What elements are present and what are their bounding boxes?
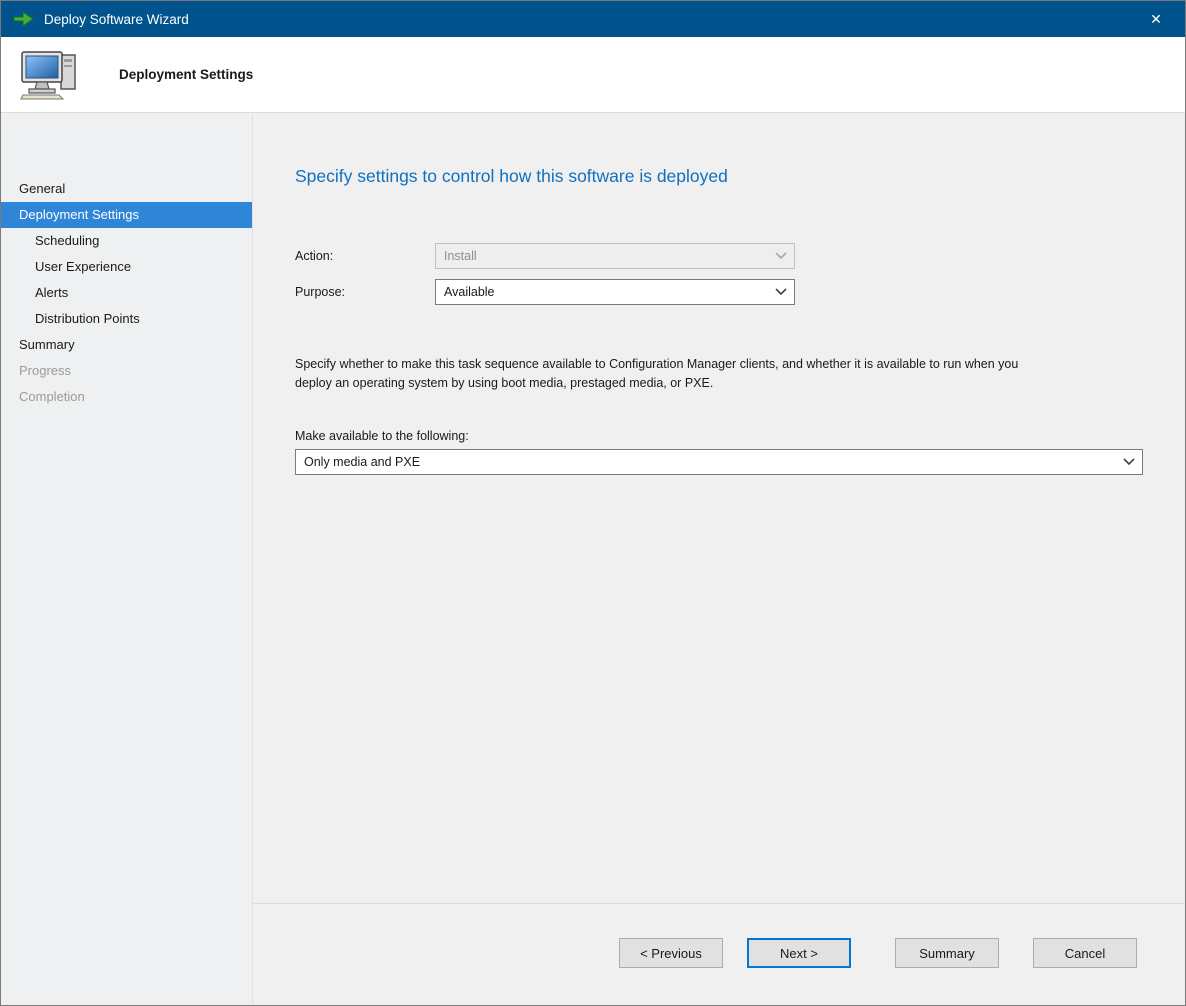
deploy-software-wizard-window: Deploy Software Wizard ✕	[0, 0, 1186, 1006]
make-available-dropdown-value: Only media and PXE	[304, 455, 420, 469]
close-icon[interactable]: ✕	[1139, 1, 1173, 37]
cancel-button[interactable]: Cancel	[1033, 938, 1137, 968]
next-button[interactable]: Next >	[747, 938, 851, 968]
window-title: Deploy Software Wizard	[44, 12, 189, 27]
action-dropdown: Install	[435, 243, 795, 269]
purpose-dropdown-value: Available	[444, 285, 495, 299]
chevron-down-icon	[1117, 451, 1141, 473]
sidebar-item-alerts[interactable]: Alerts	[1, 280, 252, 306]
sidebar-item-summary[interactable]: Summary	[1, 332, 252, 358]
action-row: Action: Install	[295, 243, 1145, 269]
description-text: Specify whether to make this task sequen…	[295, 355, 1021, 393]
main-panel: Specify settings to control how this sof…	[253, 114, 1185, 1005]
sidebar-item-scheduling[interactable]: Scheduling	[1, 228, 252, 254]
sidebar-item-distribution-points[interactable]: Distribution Points	[1, 306, 252, 332]
sidebar-item-completion: Completion	[1, 384, 252, 410]
action-dropdown-value: Install	[444, 249, 477, 263]
sidebar-item-user-experience[interactable]: User Experience	[1, 254, 252, 280]
purpose-dropdown[interactable]: Available	[435, 279, 795, 305]
page-title: Deployment Settings	[119, 67, 253, 82]
summary-button[interactable]: Summary	[895, 938, 999, 968]
wizard-steps-sidebar: General Deployment Settings Scheduling U…	[1, 114, 253, 1005]
action-label: Action:	[295, 249, 435, 263]
chevron-down-icon	[769, 245, 793, 267]
sidebar-item-general[interactable]: General	[1, 176, 252, 202]
make-available-label: Make available to the following:	[295, 429, 1145, 443]
titlebar: Deploy Software Wizard ✕	[1, 1, 1185, 37]
make-available-dropdown[interactable]: Only media and PXE	[295, 449, 1143, 475]
wizard-header: Deployment Settings	[1, 37, 1185, 113]
green-arrow-icon	[13, 10, 35, 28]
content-title: Specify settings to control how this sof…	[295, 166, 1145, 187]
chevron-down-icon	[769, 281, 793, 303]
wizard-body: General Deployment Settings Scheduling U…	[1, 114, 1185, 1005]
wizard-footer: < Previous Next > Summary Cancel	[253, 903, 1185, 1005]
previous-button[interactable]: < Previous	[619, 938, 723, 968]
sidebar-item-deployment-settings[interactable]: Deployment Settings	[1, 202, 252, 228]
purpose-row: Purpose: Available	[295, 279, 1145, 305]
computer-icon	[19, 49, 81, 101]
sidebar-item-progress: Progress	[1, 358, 252, 384]
purpose-label: Purpose:	[295, 285, 435, 299]
